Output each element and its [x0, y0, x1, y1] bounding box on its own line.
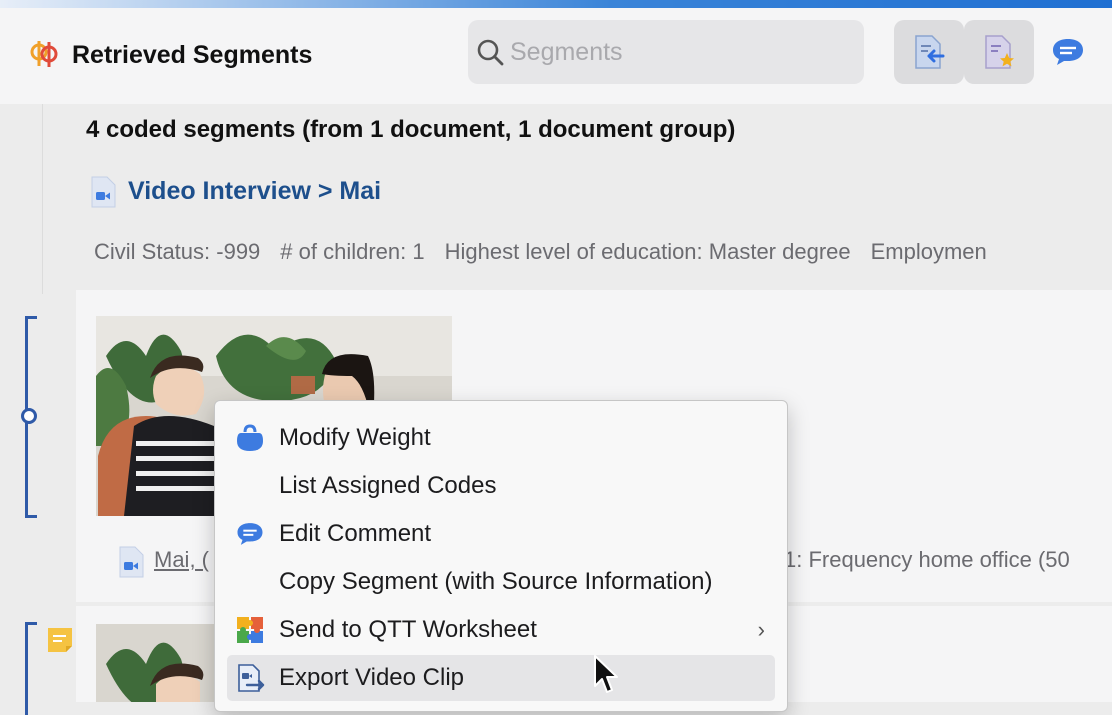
- window-top-accent: [0, 0, 1112, 8]
- header: Retrieved Segments: [0, 8, 1112, 104]
- variable-employment: Employmen: [870, 239, 987, 264]
- document-import-icon: [915, 35, 945, 69]
- weight-icon: [237, 424, 263, 451]
- segment-bracket: [25, 622, 37, 715]
- menu-item-edit-comment[interactable]: Edit Comment: [227, 511, 775, 557]
- retrieved-segments-app-icon: [30, 41, 58, 67]
- tree-guide-line: [42, 104, 43, 294]
- mouse-pointer-icon: [594, 655, 618, 693]
- document-title[interactable]: Video Interview > Mai: [128, 177, 381, 206]
- video-source-icon: [119, 546, 144, 578]
- favorite-segments-button[interactable]: [964, 20, 1034, 84]
- search-icon: [477, 39, 504, 66]
- import-segments-button[interactable]: [894, 20, 964, 84]
- variable-civil-status: Civil Status: -999: [94, 239, 261, 264]
- menu-item-list-assigned-codes[interactable]: List Assigned Codes: [227, 463, 775, 509]
- video-document-icon: [91, 176, 116, 208]
- menu-item-export-video-clip[interactable]: Export Video Clip: [227, 655, 775, 701]
- segment-source-link[interactable]: Mai, (: [154, 547, 209, 573]
- comment-icon: [237, 523, 263, 545]
- variable-education: Highest level of education: Master degre…: [444, 239, 851, 264]
- memo-icon[interactable]: [46, 626, 74, 654]
- menu-item-send-to-qtt-worksheet[interactable]: Send to QTT Worksheet ›: [227, 607, 775, 653]
- page-title: Retrieved Segments: [72, 41, 313, 69]
- menu-item-modify-weight[interactable]: Modify Weight: [227, 415, 775, 461]
- document-star-icon: [985, 35, 1014, 69]
- context-menu: Modify Weight List Assigned Codes Edit C…: [214, 400, 788, 712]
- search-box[interactable]: [468, 20, 864, 84]
- segment-source-info: 1: Frequency home office (50: [784, 547, 1070, 572]
- puzzle-icon: [237, 617, 263, 643]
- search-input[interactable]: [510, 34, 840, 70]
- segment-bracket-handle[interactable]: [21, 408, 37, 424]
- variable-children: # of children: 1: [280, 239, 425, 264]
- segments-summary: 4 coded segments (from 1 document, 1 doc…: [86, 116, 736, 143]
- comment-icon[interactable]: [1050, 36, 1086, 68]
- export-video-icon: [238, 664, 265, 692]
- chevron-right-icon: ›: [757, 617, 765, 642]
- document-variables: Civil Status: -999 # of children: 1 Highes…: [94, 239, 1007, 265]
- menu-item-copy-segment[interactable]: Copy Segment (with Source Information): [227, 559, 775, 605]
